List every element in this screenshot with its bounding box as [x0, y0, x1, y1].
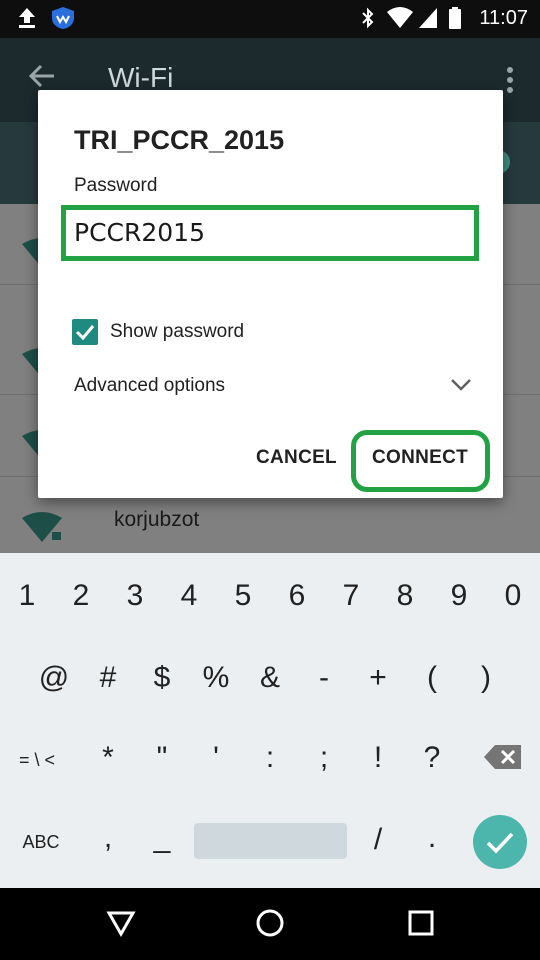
space-bar[interactable]	[194, 823, 347, 859]
password-label: Password	[74, 175, 158, 196]
backspace-icon[interactable]	[476, 743, 530, 776]
dialog-title: TRI_PCCR_2015	[74, 125, 285, 155]
abc-key[interactable]: ABC	[14, 832, 68, 853]
wifi-icon	[386, 6, 414, 35]
connect-button[interactable]: CONNECT	[372, 447, 468, 469]
key[interactable]: 1	[0, 579, 54, 613]
overflow-menu-icon[interactable]	[506, 66, 514, 99]
key[interactable]: 9	[432, 579, 486, 613]
network-name: korjubzot	[114, 508, 200, 531]
key[interactable]: #	[81, 661, 135, 695]
back-triangle-icon[interactable]	[106, 908, 136, 943]
wifi-password-dialog: TRI_PCCR_2015 Password Show password Adv…	[38, 90, 503, 498]
key[interactable]: "	[135, 741, 189, 775]
status-time: 11:07	[479, 7, 528, 29]
key[interactable]: /	[351, 823, 405, 857]
key[interactable]: ?	[405, 741, 459, 775]
navigation-bar	[0, 888, 540, 960]
key[interactable]: 6	[270, 579, 324, 613]
show-password-checkbox[interactable]	[72, 319, 98, 345]
key[interactable]: 3	[108, 579, 162, 613]
key[interactable]: 4	[162, 579, 216, 613]
advanced-options-label[interactable]: Advanced options	[74, 375, 225, 397]
key[interactable]: 2	[54, 579, 108, 613]
checkmark-icon	[75, 325, 95, 341]
status-bar: 11:07	[0, 0, 540, 38]
key[interactable]: 7	[324, 579, 378, 613]
chevron-down-icon[interactable]	[450, 376, 472, 397]
key[interactable]: (	[405, 661, 459, 695]
key[interactable]: '	[189, 741, 243, 775]
key[interactable]: ;	[297, 741, 351, 775]
key[interactable]: @	[27, 661, 81, 695]
recents-square-icon[interactable]	[406, 908, 436, 943]
key[interactable]: 5	[216, 579, 270, 613]
signal-icon	[418, 6, 438, 35]
key[interactable]: &	[243, 661, 297, 695]
bluetooth-icon	[360, 6, 376, 35]
checkmark-icon	[486, 832, 514, 854]
password-input[interactable]	[74, 214, 454, 250]
key[interactable]: %	[189, 661, 243, 695]
key[interactable]: !	[351, 741, 405, 775]
key[interactable]: ,	[81, 821, 135, 855]
symbol-keyboard: 1 2 3 4 5 6 7 8 9 0 @ # $ % & - + ( ) = …	[0, 553, 540, 888]
key[interactable]: $	[135, 661, 189, 695]
key[interactable]: :	[243, 741, 297, 775]
cancel-button[interactable]: CANCEL	[256, 447, 337, 469]
wifi-lock-icon	[22, 512, 66, 547]
enter-key[interactable]	[473, 815, 527, 869]
key[interactable]: )	[459, 661, 513, 695]
password-field-highlight	[61, 205, 479, 261]
shield-icon	[50, 6, 76, 35]
more-symbols-key[interactable]: = \ <	[10, 750, 64, 771]
home-circle-icon[interactable]	[255, 908, 285, 943]
key[interactable]: .	[405, 821, 459, 855]
key[interactable]: *	[81, 741, 135, 775]
upload-icon	[16, 6, 38, 35]
show-password-label[interactable]: Show password	[110, 321, 244, 343]
battery-icon	[448, 6, 462, 35]
key[interactable]: 0	[486, 579, 540, 613]
key[interactable]: 8	[378, 579, 432, 613]
key[interactable]: -	[297, 661, 351, 695]
key[interactable]: _	[135, 821, 189, 855]
key[interactable]: +	[351, 661, 405, 695]
